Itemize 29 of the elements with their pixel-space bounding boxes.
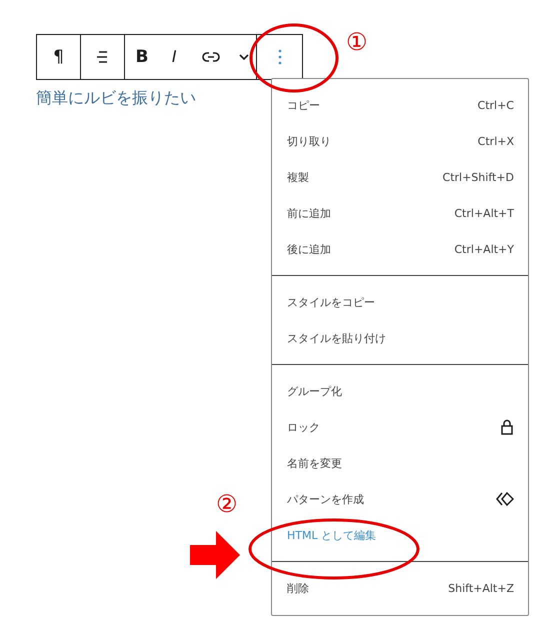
menu-item[interactable]: 切り取り Ctrl+X bbox=[272, 123, 528, 159]
diamond-icon bbox=[496, 492, 514, 506]
shortcut-text: Ctrl+X bbox=[478, 134, 514, 148]
shortcut-text: Shift+Alt+Z bbox=[448, 582, 514, 594]
link-icon bbox=[202, 51, 220, 63]
shortcut-text: Ctrl+C bbox=[478, 98, 514, 112]
menu-item[interactable]: HTML として編集 bbox=[272, 517, 528, 553]
menu-item[interactable]: 名前を変更 bbox=[272, 445, 528, 481]
arrow-icon bbox=[190, 531, 240, 579]
menu-item[interactable]: スタイルを貼り付け bbox=[272, 320, 528, 356]
shortcut-text: Ctrl+Shift+D bbox=[442, 170, 514, 184]
menu-item[interactable]: コピー Ctrl+C bbox=[272, 87, 528, 123]
menu-item[interactable]: グループ化 bbox=[272, 373, 528, 409]
menu-item[interactable]: 削除 Shift+Alt+Z bbox=[272, 570, 528, 606]
paragraph-text[interactable]: 簡単にルビを振りたい bbox=[36, 88, 196, 109]
menu-item[interactable]: 前に追加 Ctrl+Alt+T bbox=[272, 195, 528, 231]
menu-item[interactable]: ロック bbox=[272, 409, 528, 445]
align-icon bbox=[96, 49, 110, 65]
step-number: ② bbox=[216, 490, 238, 518]
step-number: ① bbox=[346, 28, 368, 56]
menu-item[interactable]: 複製 Ctrl+Shift+D bbox=[272, 159, 528, 195]
shortcut-text: Ctrl+Alt+T bbox=[454, 206, 514, 220]
menu-item[interactable]: パターンを作成 bbox=[272, 481, 528, 517]
lock-icon bbox=[500, 419, 514, 435]
shortcut-text: Ctrl+Alt+Y bbox=[454, 242, 514, 256]
more-icon bbox=[278, 49, 282, 65]
chevron-icon bbox=[239, 54, 249, 60]
menu-item[interactable]: スタイルをコピー bbox=[272, 284, 528, 320]
menu-item[interactable]: 後に追加 Ctrl+Alt+Y bbox=[272, 231, 528, 267]
